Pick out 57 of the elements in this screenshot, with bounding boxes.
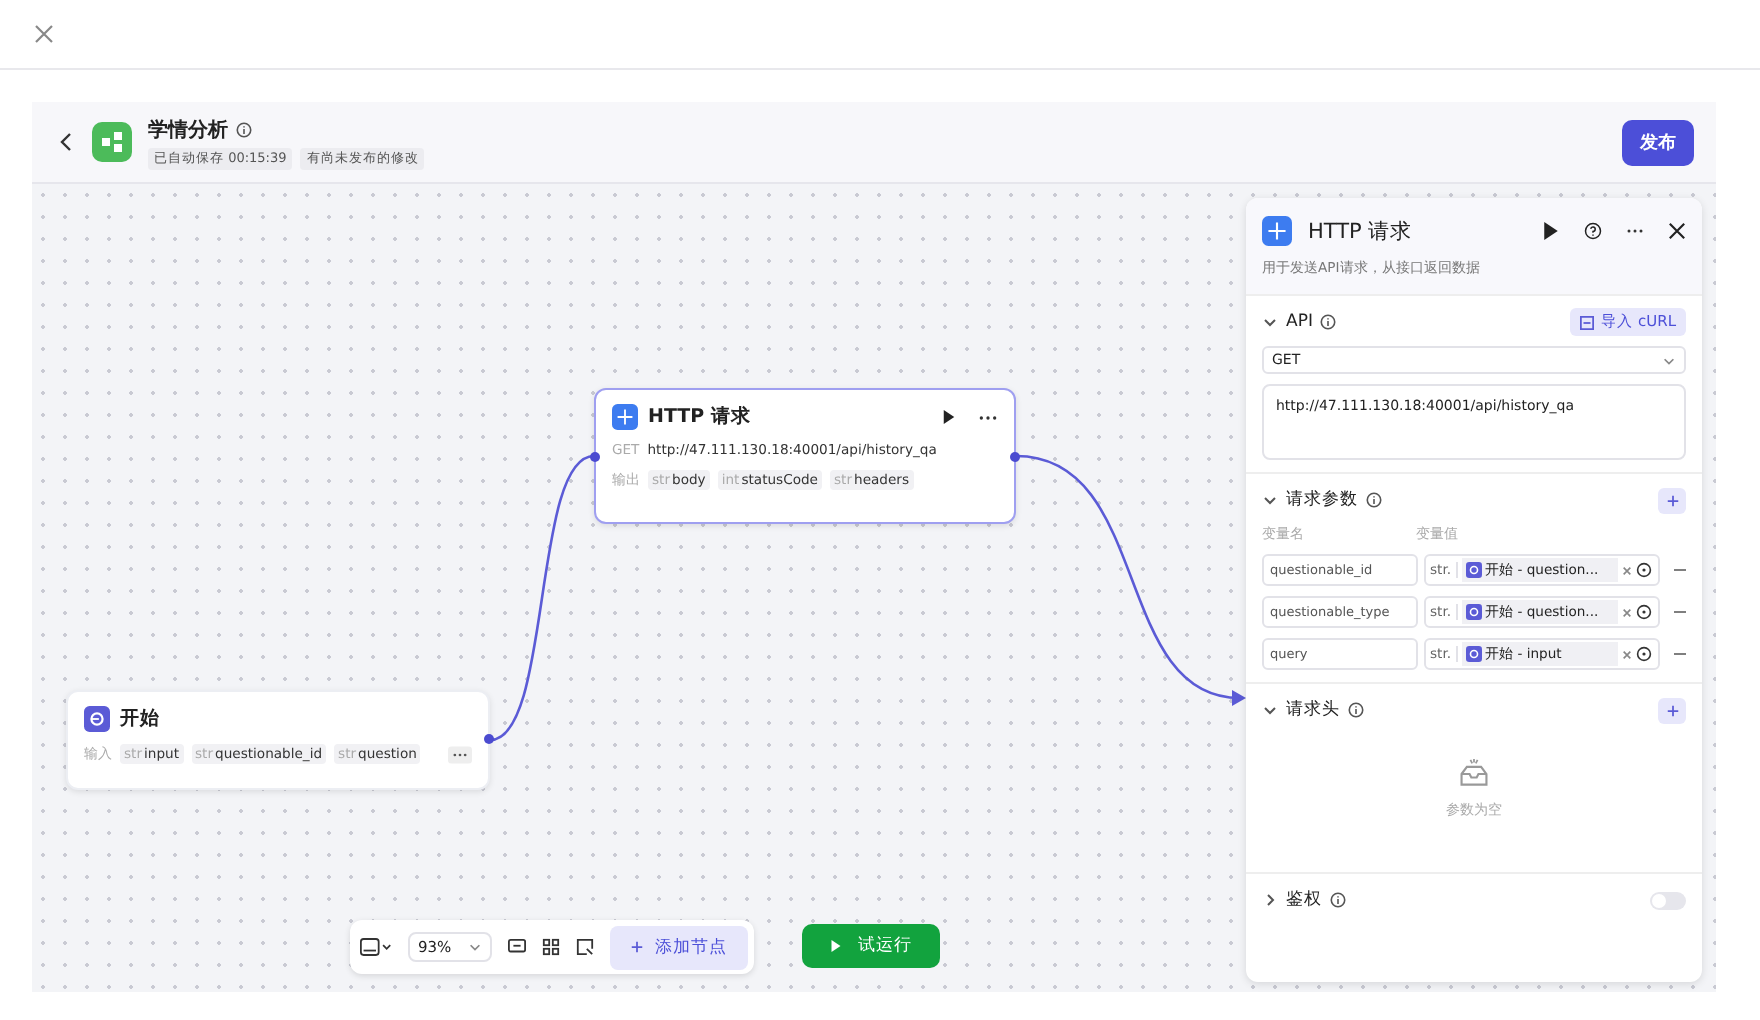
target-icon[interactable] <box>1636 604 1652 620</box>
plus-icon <box>1665 493 1679 507</box>
play-icon <box>830 940 842 952</box>
start-icon <box>1465 604 1482 620</box>
minimap-icon[interactable] <box>360 938 392 956</box>
clear-icon[interactable] <box>1622 649 1632 659</box>
info-icon <box>1330 892 1346 908</box>
help-icon[interactable] <box>1584 222 1602 240</box>
section-title: 请求头 <box>1286 698 1340 722</box>
chevron-icon <box>467 940 482 954</box>
comment-icon[interactable] <box>507 938 526 956</box>
empty-tray-icon <box>1456 758 1492 790</box>
more-icon[interactable] <box>448 745 472 763</box>
plus-icon <box>629 940 644 954</box>
grid-icon[interactable] <box>541 938 560 956</box>
output-port[interactable] <box>1010 452 1020 462</box>
http-icon <box>612 404 638 430</box>
auth-toggle[interactable] <box>1650 891 1686 909</box>
add-button[interactable] <box>1658 487 1686 513</box>
node-title: HTTP 请求 <box>648 404 751 430</box>
workflow-title: 学情分析 <box>148 117 228 143</box>
target-icon[interactable] <box>1636 562 1652 578</box>
caret-icon[interactable] <box>1262 892 1278 908</box>
start-icon <box>84 706 110 732</box>
back-icon[interactable] <box>60 132 72 152</box>
start-icon <box>1465 562 1482 578</box>
chevron-icon <box>1662 353 1676 367</box>
info-icon <box>236 121 252 137</box>
plus-icon <box>1665 703 1679 717</box>
publish-button[interactable]: 发布 <box>1622 119 1694 165</box>
panel-title: HTTP 请求 <box>1308 217 1413 245</box>
section-title: 请求参数 <box>1286 488 1358 512</box>
close-icon[interactable] <box>1668 222 1686 240</box>
caret-icon[interactable] <box>1262 314 1278 330</box>
info-icon <box>1320 314 1337 330</box>
start-icon <box>1465 646 1482 662</box>
http-icon <box>1262 216 1292 246</box>
add-node-button[interactable]: 添加节点 <box>609 925 748 969</box>
workflow-app-icon <box>92 122 132 162</box>
input-port[interactable] <box>590 452 600 462</box>
add-button[interactable] <box>1658 697 1686 723</box>
play-icon[interactable] <box>942 410 956 424</box>
node-title: 开始 <box>120 706 160 732</box>
output-port[interactable] <box>484 734 494 744</box>
clear-icon[interactable] <box>1622 607 1632 617</box>
section-title: 鉴权 <box>1286 888 1322 912</box>
clear-icon[interactable] <box>1622 565 1632 575</box>
section-title: API <box>1286 312 1313 332</box>
caret-icon[interactable] <box>1262 702 1278 718</box>
play-icon[interactable] <box>1542 222 1560 240</box>
info-icon <box>1366 492 1382 508</box>
note-icon[interactable] <box>575 938 594 956</box>
caret-icon[interactable] <box>1262 492 1278 508</box>
info-icon <box>1348 702 1364 718</box>
target-icon[interactable] <box>1636 646 1652 662</box>
import-icon <box>1579 315 1594 329</box>
more-icon[interactable] <box>978 413 998 421</box>
